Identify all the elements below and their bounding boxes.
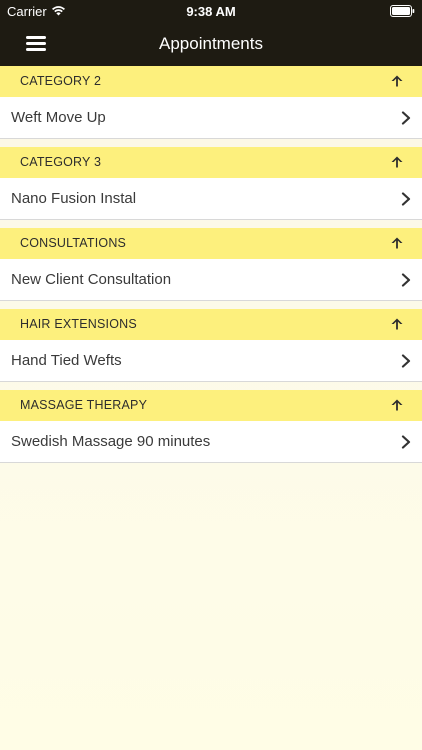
appointment-category-list: CATEGORY 2 Weft Move Up CATEGORY 3 Nano … [0,66,422,463]
battery-icon [390,5,415,17]
chevron-right-icon [401,354,411,368]
category-group: CATEGORY 3 Nano Fusion Instal [0,147,422,220]
arrow-up-icon [391,156,403,168]
chevron-right-icon [401,111,411,125]
item-label: Swedish Massage 90 minutes [11,433,211,450]
list-item[interactable]: Nano Fusion Instal [0,178,422,220]
category-label: CONSULTATIONS [20,236,127,250]
arrow-up-icon [391,237,403,249]
top-bar: Carrier 9:38 AM Appointments [0,0,422,66]
list-item[interactable]: Weft Move Up [0,97,422,139]
list-item[interactable]: New Client Consultation [0,259,422,301]
arrow-up-icon [391,75,403,87]
chevron-right-icon [401,192,411,206]
category-group: CONSULTATIONS New Client Consultation [0,228,422,301]
category-header[interactable]: CATEGORY 3 [0,147,422,178]
status-time: 9:38 AM [186,4,236,19]
category-header[interactable]: HAIR EXTENSIONS [0,309,422,340]
item-label: Nano Fusion Instal [11,190,137,207]
list-item[interactable]: Swedish Massage 90 minutes [0,421,422,463]
page-title: Appointments [159,34,263,53]
category-label: CATEGORY 2 [20,74,102,88]
category-group: MASSAGE THERAPY Swedish Massage 90 minut… [0,390,422,463]
category-header[interactable]: CATEGORY 2 [0,66,422,97]
category-group: CATEGORY 2 Weft Move Up [0,66,422,139]
category-label: MASSAGE THERAPY [20,398,148,412]
item-label: Weft Move Up [11,109,106,126]
category-label: HAIR EXTENSIONS [20,317,137,331]
category-header[interactable]: CONSULTATIONS [0,228,422,259]
category-label: CATEGORY 3 [20,155,102,169]
arrow-up-icon [391,399,403,411]
chevron-right-icon [401,273,411,287]
list-item[interactable]: Hand Tied Wefts [0,340,422,382]
item-label: New Client Consultation [11,271,172,288]
chevron-right-icon [401,435,411,449]
category-group: HAIR EXTENSIONS Hand Tied Wefts [0,309,422,382]
arrow-up-icon [391,318,403,330]
navigation-bar: Appointments [0,22,422,66]
category-header[interactable]: MASSAGE THERAPY [0,390,422,421]
item-label: Hand Tied Wefts [11,352,122,369]
status-bar: Carrier 9:38 AM [0,0,422,22]
